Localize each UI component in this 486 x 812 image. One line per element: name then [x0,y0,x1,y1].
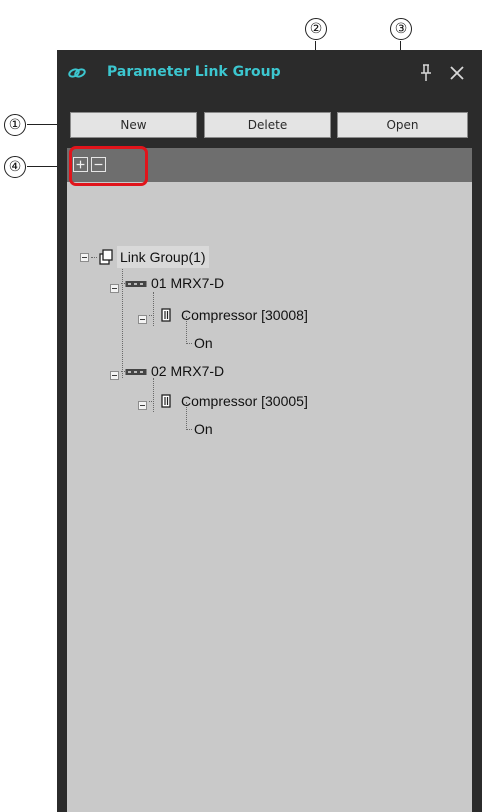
tree-component-row[interactable]: Compressor [30005] [138,390,384,412]
open-button[interactable]: Open [337,112,468,138]
device-label: 02 MRX7-D [151,363,225,379]
collapse-toggle-icon[interactable] [80,253,89,262]
component-icon [161,308,171,322]
component-label: Compressor [30008] [181,307,308,323]
device-label: 01 MRX7-D [151,275,225,291]
collapse-toggle-icon[interactable] [110,371,119,380]
parameter-label: On [194,335,213,351]
tree-parameter-row[interactable]: On [192,332,252,354]
parameter-label: On [194,421,213,437]
panel-toolbar: New Delete Open [67,112,472,138]
collapse-toggle-icon[interactable] [138,315,147,324]
callout-3: ③ [390,18,412,40]
pin-icon[interactable] [419,64,433,82]
callout-4-highlight [69,146,148,186]
tree-root-row[interactable]: Link Group(1) [75,246,315,268]
link-icon [68,68,86,78]
delete-button[interactable]: Delete [204,112,331,138]
collapse-toggle-icon[interactable] [110,284,119,293]
link-group-tree: Link Group(1) 01 MRX7-D Compressor [3000… [67,182,472,812]
tree-connector [149,401,154,402]
device-icon [125,281,147,287]
tree-component-row[interactable]: Compressor [30008] [138,304,384,326]
tree-device-row[interactable]: 01 MRX7-D [109,272,329,294]
new-button[interactable]: New [70,112,197,138]
callout-2: ② [305,18,327,40]
tree-parameter-row[interactable]: On [192,418,252,440]
close-icon[interactable] [449,65,465,81]
component-label: Compressor [30005] [181,393,308,409]
link-group-label: Link Group(1) [117,246,209,268]
panel-titlebar: Parameter Link Group [57,50,482,100]
panel-title: Parameter Link Group [107,64,281,80]
collapse-toggle-icon[interactable] [138,401,147,410]
tree-connector [91,257,97,258]
device-icon [125,369,147,375]
callout-1: ① [4,114,26,136]
tree-connector [149,315,154,316]
component-icon [161,394,171,408]
tree-device-row[interactable]: 02 MRX7-D [109,360,329,382]
callout-4: ④ [4,156,26,178]
link-group-icon [99,249,113,265]
